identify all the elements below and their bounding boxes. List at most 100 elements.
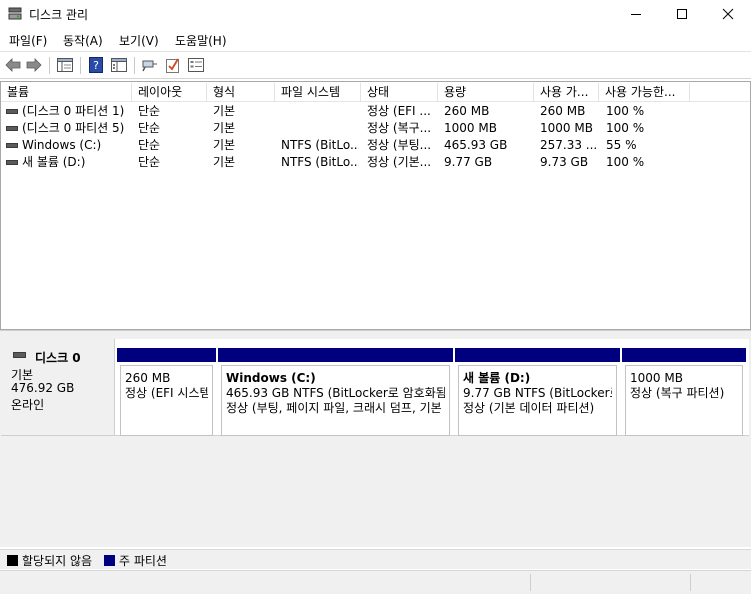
show-hide-console-tree-button[interactable] — [55, 56, 75, 74]
forward-arrow-icon — [26, 58, 42, 72]
volume-capacity: 9.77 GB — [444, 155, 493, 169]
volume-name: (디스크 0 파티션 5) — [22, 121, 125, 135]
disk-0-partitions: 260 MB 정상 (EFI 시스템 Windows (C:) 465.93 G… — [115, 339, 749, 436]
partition-details: 1000 MB 정상 (복구 파티션) — [625, 365, 743, 436]
primary-partition-bar — [622, 348, 746, 362]
partition-windows-c[interactable]: Windows (C:) 465.93 GB NTFS (BitLocker로 … — [218, 348, 453, 436]
partition-size: 9.77 GB NTFS (BitLocker로 암호화됨) — [463, 386, 612, 400]
volume-file-system — [281, 120, 359, 137]
volume-list[interactable]: 볼륨 레이아웃 형식 파일 시스템 상태 용량 사용 가... 사용 가능한..… — [0, 81, 751, 330]
check-button[interactable] — [163, 56, 183, 74]
status-bar-divider — [530, 574, 531, 591]
menu-file[interactable]: 파일(F) — [9, 32, 47, 49]
volume-capacity: 1000 MB — [444, 121, 497, 135]
partition-status: 정상 (부팅, 페이지 파일, 크래시 덤프, 기본 — [226, 401, 442, 415]
maximize-button[interactable] — [659, 0, 705, 28]
legend-swatch-primary — [104, 555, 115, 566]
column-header-free-space[interactable]: 사용 가... — [534, 83, 599, 102]
volume-type: 기본 — [213, 138, 236, 152]
volume-icon — [6, 126, 18, 131]
minimize-button[interactable] — [613, 0, 659, 28]
volume-capacity: 465.93 GB — [444, 138, 508, 152]
menu-action[interactable]: 동작(A) — [63, 32, 103, 49]
legend-swatch-unallocated — [7, 555, 18, 566]
volume-percent-free: 55 % — [606, 138, 637, 152]
column-header-status[interactable]: 상태 — [361, 83, 438, 102]
volume-name: 새 볼륨 (D:) — [22, 155, 86, 169]
volume-percent-free: 100 % — [606, 104, 645, 118]
column-header-volume[interactable]: 볼륨 — [1, 83, 132, 102]
volume-free-space: 9.73 GB — [540, 155, 589, 169]
help-button[interactable]: ? — [86, 56, 106, 74]
close-button[interactable] — [705, 0, 751, 28]
properties-button[interactable] — [109, 56, 129, 74]
volume-icon — [6, 143, 18, 148]
volume-list-header: 볼륨 레이아웃 형식 파일 시스템 상태 용량 사용 가... 사용 가능한..… — [1, 83, 750, 102]
back-arrow-icon — [5, 58, 21, 72]
volume-status: 정상 (복구... — [367, 121, 432, 135]
volume-name: Windows (C:) — [22, 138, 102, 152]
column-header-percent-free[interactable]: 사용 가능한... — [599, 83, 690, 102]
partition-name: 새 볼륨 (D:) — [463, 371, 531, 385]
partition-name: Windows (C:) — [226, 371, 316, 385]
back-button[interactable] — [3, 56, 23, 74]
volume-layout: 단순 — [138, 138, 161, 152]
volume-layout: 단순 — [138, 121, 161, 135]
partition-new-volume-d[interactable]: 새 볼륨 (D:) 9.77 GB NTFS (BitLocker로 암호화됨)… — [455, 348, 620, 436]
volume-percent-free: 100 % — [606, 155, 645, 169]
volume-file-system: NTFS (BitLo... — [281, 138, 359, 152]
volume-type: 기본 — [213, 121, 236, 135]
partition-efi[interactable]: 260 MB 정상 (EFI 시스템 — [117, 348, 216, 436]
legend-label-unallocated: 할당되지 않음 — [22, 554, 93, 568]
volume-status: 정상 (기본... — [367, 155, 432, 169]
toolbar-separator — [49, 57, 50, 74]
volume-icon — [6, 160, 18, 165]
svg-text:?: ? — [93, 59, 99, 72]
volume-row[interactable]: Windows (C:) 단순 기본 NTFS (BitLo... 정상 (부팅… — [1, 137, 750, 154]
column-header-capacity[interactable]: 용량 — [438, 83, 534, 102]
connect-icon — [142, 60, 157, 72]
disk-size: 476.92 GB — [11, 381, 75, 395]
menu-view[interactable]: 보기(V) — [119, 32, 159, 49]
primary-partition-bar — [117, 348, 216, 362]
status-bar — [0, 570, 751, 594]
legend-label-primary: 주 파티션 — [119, 554, 167, 568]
partition-details: Windows (C:) 465.93 GB NTFS (BitLocker로 … — [221, 365, 450, 436]
volume-row[interactable]: 새 볼륨 (D:) 단순 기본 NTFS (BitLo... 정상 (기본...… — [1, 154, 750, 171]
volume-status: 정상 (EFI ... — [367, 104, 431, 118]
menu-help[interactable]: 도움말(H) — [175, 32, 227, 49]
minimize-icon — [631, 14, 641, 15]
partition-recovery[interactable]: 1000 MB 정상 (복구 파티션) — [622, 348, 746, 436]
disk-status: 온라인 — [11, 398, 45, 412]
volume-row[interactable]: (디스크 0 파티션 5) 단순 기본 정상 (복구... 1000 MB 10… — [1, 120, 750, 137]
partition-status: 정상 (복구 파티션) — [630, 386, 725, 400]
column-header-type[interactable]: 형식 — [207, 83, 275, 102]
settings-list-button[interactable] — [186, 56, 206, 74]
disk-name: 디스크 0 — [35, 351, 81, 365]
disk-0-label[interactable]: 디스크 0 기본 476.92 GB 온라인 — [1, 339, 115, 436]
connect-button[interactable] — [140, 56, 160, 74]
volume-layout: 단순 — [138, 104, 161, 118]
disk-management-icon — [8, 7, 22, 20]
forward-button[interactable] — [24, 56, 44, 74]
partition-status: 정상 (기본 데이터 파티션) — [463, 401, 595, 415]
maximize-icon — [677, 9, 687, 19]
primary-partition-bar — [218, 348, 453, 362]
volume-layout: 단순 — [138, 155, 161, 169]
column-header-file-system[interactable]: 파일 시스템 — [275, 83, 361, 102]
volume-icon — [6, 109, 18, 114]
volume-file-system — [281, 103, 359, 120]
volume-free-space: 257.33 ... — [540, 138, 597, 152]
window-title: 디스크 관리 — [29, 8, 89, 22]
partition-details: 새 볼륨 (D:) 9.77 GB NTFS (BitLocker로 암호화됨)… — [458, 365, 617, 436]
partition-size: 465.93 GB NTFS (BitLocker로 암호화됨) — [226, 386, 445, 400]
volume-row[interactable]: (디스크 0 파티션 1) 단순 기본 정상 (EFI ... 260 MB 2… — [1, 103, 750, 120]
volume-free-space: 260 MB — [540, 104, 586, 118]
partition-status: 정상 (EFI 시스템 — [125, 386, 208, 400]
column-header-layout[interactable]: 레이아웃 — [132, 83, 207, 102]
help-icon: ? — [89, 57, 103, 73]
menu-bar: 파일(F) 동작(A) 보기(V) 도움말(H) — [0, 28, 751, 51]
primary-partition-bar — [455, 348, 620, 362]
close-icon — [722, 8, 734, 20]
partition-size: 1000 MB — [630, 371, 683, 385]
